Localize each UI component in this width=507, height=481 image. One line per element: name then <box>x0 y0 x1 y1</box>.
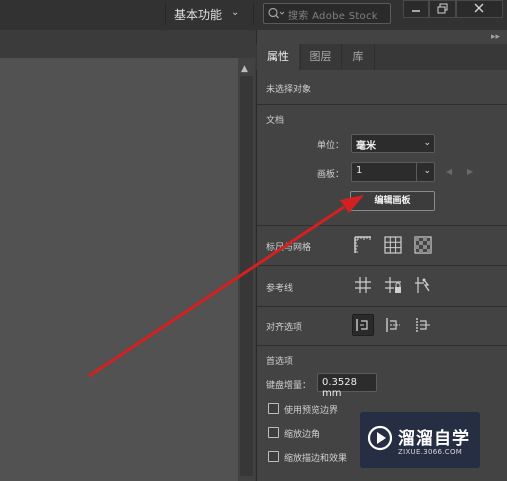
annotation-arrow-icon <box>88 195 364 378</box>
